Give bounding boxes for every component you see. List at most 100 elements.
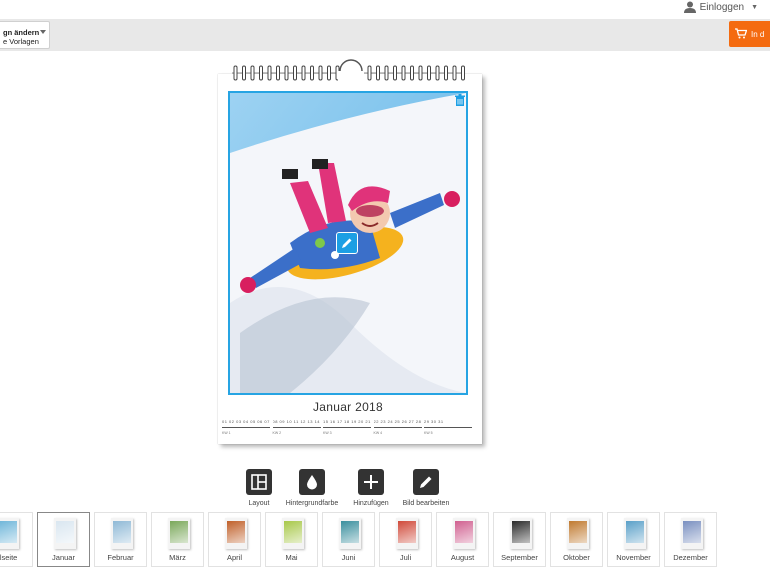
binding-ring [444, 65, 448, 81]
thumbnail-preview [567, 518, 589, 549]
thumbnail-image [284, 521, 302, 543]
binding-ring [301, 65, 306, 81]
calendar-week: 15 16 17 18 19 20 21 KW 3 [323, 419, 371, 439]
binding-ring [284, 65, 289, 81]
thumbnail-month[interactable]: Mai [265, 512, 318, 567]
top-bar: Einloggen ▼ [0, 0, 770, 18]
droplet-icon [299, 469, 325, 495]
thumbnail-preview [396, 518, 418, 549]
binding-ring [376, 65, 380, 81]
thumbnail-month[interactable]: Januar [37, 512, 90, 567]
calendar-week: 08 09 10 11 12 13 14 KW 2 [272, 419, 321, 439]
thumbnail-preview [339, 518, 361, 549]
calendar-week: 22 23 24 25 26 27 28 KW 4 [373, 419, 422, 439]
month-title: Januar 2018 [312, 400, 384, 414]
thumbnail-image [512, 521, 530, 543]
thumbnail-label: März [169, 553, 186, 562]
thumbnail-label: elseite [0, 553, 18, 562]
thumbnail-image [341, 521, 359, 543]
thumbnail-preview [453, 518, 475, 549]
editor-canvas: Einloggen ▼ gn ändern e Vorlagen In d Ja… [0, 0, 770, 578]
cart-label: In d [751, 29, 765, 39]
thumbnail-image [398, 521, 416, 543]
chevron-down-icon [40, 30, 46, 34]
week-days: 29 30 31 [424, 419, 444, 424]
binding-ring [367, 65, 372, 81]
page-thumbnails: elseite Januar Februar März April Mai Juni Juli… [0, 512, 770, 568]
thumbnail-preview [510, 518, 532, 549]
thumbnail-label: Januar [52, 553, 75, 562]
thumbnail-preview [54, 518, 76, 549]
edit-image-button[interactable]: Bild bearbeiten [391, 469, 461, 507]
user-icon [683, 1, 696, 13]
thumbnail-label: August [450, 553, 475, 562]
plus-icon [358, 469, 384, 495]
binding-ring [427, 65, 431, 81]
thumbnail-preview [225, 518, 247, 549]
thumbnail-month[interactable]: August [436, 512, 489, 567]
thumbnail-month[interactable]: Oktober [550, 512, 603, 567]
thumbnail-preview [0, 518, 19, 549]
thumbnail-month[interactable]: Juni [322, 512, 375, 567]
thumbnail-label: November [616, 553, 651, 562]
thumbnail-month[interactable]: Juli [379, 512, 432, 567]
thumbnail-month[interactable]: September [493, 512, 546, 567]
week-days: 08 09 10 11 12 13 14 [272, 419, 321, 424]
binding-ring [435, 65, 440, 81]
change-design-button[interactable]: gn ändern e Vorlagen [0, 21, 50, 49]
week-days: 15 16 17 18 19 20 21 [323, 419, 371, 424]
week-label: KW 3 [323, 431, 332, 435]
calendar-weeks: 01 02 03 04 05 06 07 KW 1 08 09 10 11 12 1… [222, 419, 472, 439]
thumbnail-label: April [226, 553, 242, 562]
week-label: KW 2 [272, 431, 282, 435]
edit-photo-button[interactable] [336, 232, 358, 254]
thumbnail-month[interactable]: Dezember [664, 512, 717, 567]
thumbnail-image [170, 521, 188, 543]
week-label: KW 4 [373, 431, 383, 435]
pencil-icon [342, 238, 352, 248]
binding-ring [318, 65, 323, 81]
binding-ring [267, 65, 272, 81]
binding-ring [259, 65, 263, 81]
thumbnail-month[interactable]: März [151, 512, 204, 567]
login-label: Einloggen [699, 1, 745, 13]
thumbnail-preview [624, 518, 646, 549]
editor-toolbar: gn ändern e Vorlagen [0, 19, 770, 51]
thumbnail-preview [168, 518, 190, 549]
add-to-cart-button[interactable]: In d [729, 21, 770, 47]
login-menu[interactable]: Einloggen ▼ [683, 0, 758, 14]
binding-ring [276, 65, 280, 81]
edit-image-label: Bild bearbeiten [402, 500, 450, 507]
week-line [272, 427, 321, 428]
binding-ring [461, 65, 465, 81]
thumbnail-image [683, 521, 701, 543]
binding-ring [293, 65, 297, 81]
binding-ring [401, 65, 406, 81]
week-label: KW 5 [424, 431, 433, 435]
thumbnail-label: Juni [341, 553, 356, 562]
binding-ring [452, 65, 457, 81]
calendar-week: 01 02 03 04 05 06 07 KW 1 [222, 419, 270, 439]
spiral-binding [232, 59, 465, 82]
week-line [323, 427, 371, 428]
thumbnail-image [0, 521, 17, 543]
thumbnail-image [113, 521, 131, 543]
binding-ring [393, 65, 397, 81]
week-line [222, 427, 270, 428]
thumbnail-label: Juli [399, 553, 412, 562]
thumbnail-month[interactable]: November [607, 512, 660, 567]
thumbnail-preview [282, 518, 304, 549]
thumbnail-month[interactable]: Februar [94, 512, 147, 567]
page-actions: Layout Hintergrundfarbe Hinzufügen Bild … [240, 469, 460, 509]
delete-photo-trash-icon[interactable] [454, 94, 466, 106]
thumbnail-cover[interactable]: elseite [0, 512, 33, 567]
binding-ring [418, 65, 423, 81]
cart-icon [735, 27, 748, 41]
thumbnail-image [626, 521, 644, 543]
week-days: 01 02 03 04 05 06 07 [222, 419, 270, 424]
caret-down-icon: ▼ [751, 3, 758, 11]
week-days: 22 23 24 25 26 27 28 [373, 419, 422, 424]
thumbnail-label: Februar [107, 553, 134, 562]
thumbnail-label: Dezember [673, 553, 708, 562]
thumbnail-month[interactable]: April [208, 512, 261, 567]
